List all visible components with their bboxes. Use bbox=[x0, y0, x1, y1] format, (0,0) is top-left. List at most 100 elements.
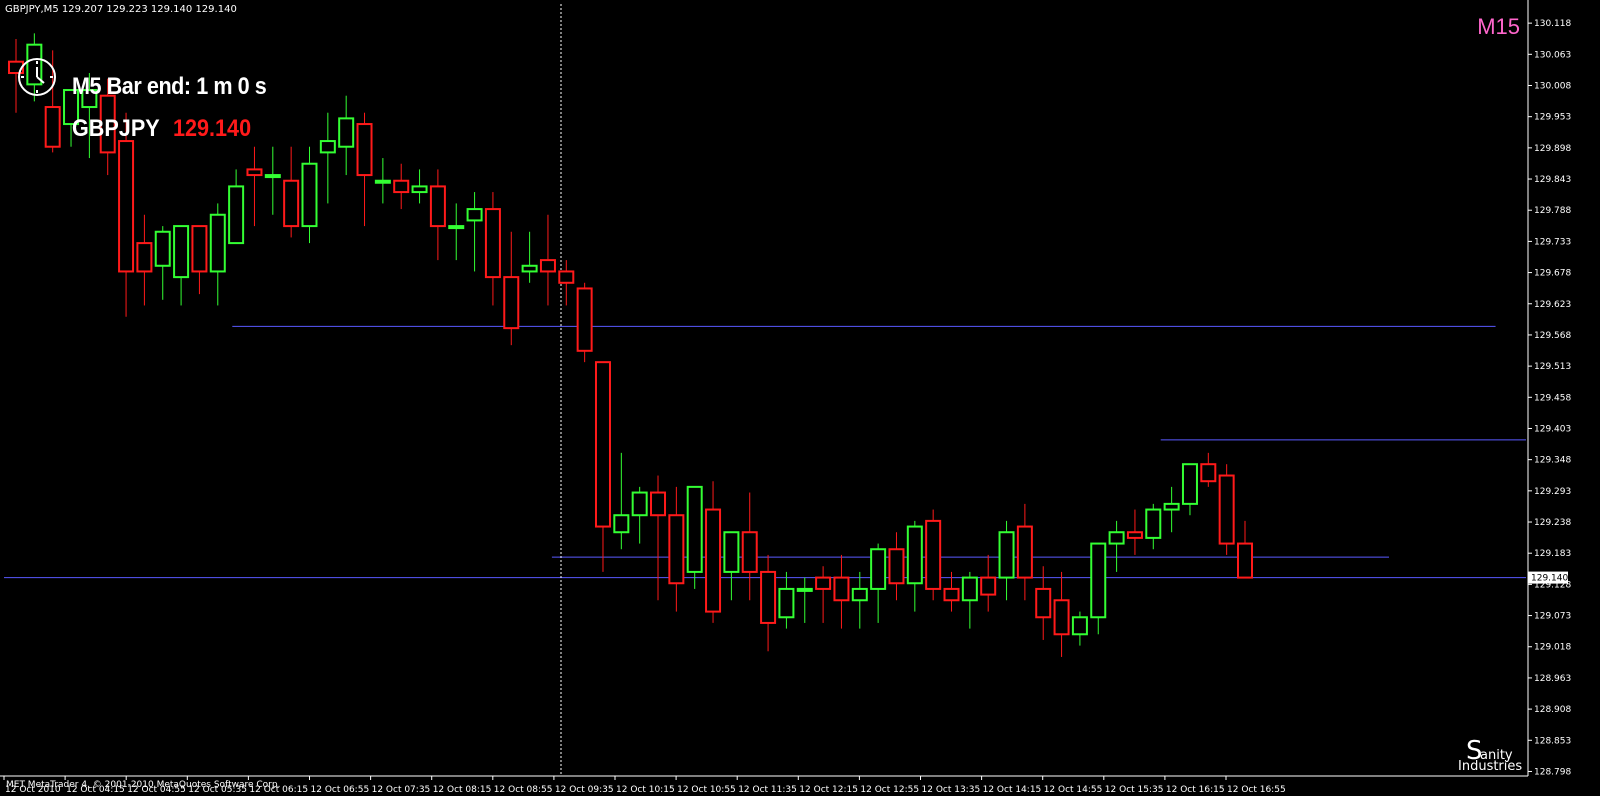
candle-body bbox=[815, 576, 832, 590]
candle-body bbox=[870, 548, 887, 590]
price-tick-label: 129.293 bbox=[1534, 487, 1571, 497]
indicator-price: 129.140 bbox=[173, 115, 252, 142]
candle-body bbox=[925, 519, 942, 590]
candle-body bbox=[1053, 599, 1070, 636]
candle-body bbox=[1126, 531, 1143, 539]
candle-body bbox=[906, 525, 923, 585]
candle-body bbox=[594, 361, 611, 528]
time-tick-label: 12 Oct 12:15 bbox=[799, 785, 858, 795]
time-tick-label: 12 Oct 11:35 bbox=[738, 785, 797, 795]
candle-body bbox=[374, 179, 391, 184]
candle-body bbox=[760, 570, 777, 624]
time-tick-label: 12 Oct 16:15 bbox=[1166, 785, 1225, 795]
price-tick-label: 129.458 bbox=[1534, 393, 1571, 403]
time-tick-label: 12 Oct 10:15 bbox=[616, 785, 675, 795]
time-tick-label: 12 Oct 06:55 bbox=[311, 785, 370, 795]
candle-body bbox=[1090, 542, 1107, 619]
candle-body bbox=[961, 576, 978, 602]
candle-body bbox=[539, 259, 556, 273]
price-tick-label: 129.018 bbox=[1534, 643, 1571, 653]
price-tick-label: 128.798 bbox=[1534, 767, 1571, 777]
candle-body bbox=[393, 179, 410, 194]
time-tick-label: 12 Oct 12:55 bbox=[860, 785, 919, 795]
bar-end-countdown: M5 Bar end: 1 m 0 s bbox=[72, 73, 267, 100]
copyright-label: MET MetaTrader 4, © 2001-2010 MetaQuotes… bbox=[6, 780, 281, 790]
time-tick-label: 12 Oct 08:55 bbox=[494, 785, 553, 795]
candle-body bbox=[833, 576, 850, 602]
candle-body bbox=[741, 531, 758, 573]
candle-body bbox=[448, 225, 465, 230]
candle-body bbox=[118, 140, 135, 273]
time-tick-label: 12 Oct 15:35 bbox=[1105, 785, 1164, 795]
candle-body bbox=[228, 185, 245, 245]
price-tick-label: 129.843 bbox=[1534, 175, 1571, 185]
candle-body bbox=[521, 264, 538, 273]
candle-body bbox=[888, 548, 905, 585]
candle-body bbox=[668, 514, 685, 585]
candle-body bbox=[796, 587, 813, 592]
time-tick-label: 12 Oct 10:55 bbox=[677, 785, 736, 795]
price-tick-label: 129.953 bbox=[1534, 113, 1571, 123]
price-tick-label: 129.238 bbox=[1534, 518, 1571, 528]
candle-body bbox=[301, 162, 318, 228]
candle-body bbox=[851, 587, 868, 602]
candle-body bbox=[173, 225, 190, 279]
price-tick-label: 129.623 bbox=[1534, 300, 1571, 310]
time-tick-label: 12 Oct 14:55 bbox=[1044, 785, 1103, 795]
time-tick-label: 12 Oct 08:15 bbox=[433, 785, 492, 795]
candle-body bbox=[1218, 474, 1235, 545]
candle-body bbox=[503, 276, 520, 330]
time-tick-label: 12 Oct 14:15 bbox=[983, 785, 1042, 795]
candle-body bbox=[484, 208, 501, 279]
candle-body bbox=[466, 208, 483, 222]
timeframe-label: M15 bbox=[1477, 14, 1520, 39]
candle-body bbox=[154, 230, 171, 267]
candle-body bbox=[980, 576, 997, 596]
indicator-symbol: GBPJPY bbox=[72, 115, 160, 142]
candle-body bbox=[429, 185, 446, 228]
time-tick-label: 12 Oct 09:35 bbox=[555, 785, 614, 795]
candle-body bbox=[1035, 587, 1052, 619]
candle-body bbox=[705, 508, 722, 613]
price-tick-label: 129.183 bbox=[1534, 549, 1571, 559]
candle-body bbox=[246, 168, 263, 177]
price-tick-label: 129.568 bbox=[1534, 331, 1571, 341]
candle-body bbox=[943, 587, 960, 602]
candle-body bbox=[283, 179, 300, 228]
candle-body bbox=[1016, 525, 1033, 579]
clock-icon bbox=[18, 58, 56, 96]
price-tick-label: 130.118 bbox=[1534, 19, 1571, 29]
candle-body bbox=[998, 531, 1015, 579]
candle-body bbox=[576, 287, 593, 352]
price-tick-label: 129.678 bbox=[1534, 269, 1571, 279]
candle-body bbox=[1163, 502, 1180, 511]
candle-body bbox=[631, 491, 648, 517]
price-tick-label: 129.788 bbox=[1534, 206, 1571, 216]
candle-body bbox=[1108, 531, 1125, 545]
candle-body bbox=[44, 106, 61, 148]
price-tick-label: 129.403 bbox=[1534, 424, 1571, 434]
candle-body bbox=[650, 491, 667, 517]
candle-body bbox=[264, 174, 281, 179]
candle-body bbox=[1237, 542, 1253, 579]
price-tick-label: 129.898 bbox=[1534, 144, 1571, 154]
candle-body bbox=[356, 123, 373, 177]
candle-body bbox=[319, 140, 336, 154]
price-tick-label: 128.908 bbox=[1534, 705, 1571, 715]
price-tick-label: 130.008 bbox=[1534, 81, 1571, 91]
candle-body bbox=[723, 531, 740, 573]
candle-body bbox=[558, 270, 575, 284]
candle-body bbox=[338, 117, 355, 148]
candle-body bbox=[1071, 616, 1088, 636]
candle-body bbox=[1145, 508, 1162, 539]
price-tick-label: 129.073 bbox=[1534, 612, 1571, 622]
candle-body bbox=[1181, 463, 1198, 505]
price-tick-label: 129.513 bbox=[1534, 362, 1571, 372]
symbol-info-label: GBPJPY,M5 129.207 129.223 129.140 129.14… bbox=[5, 4, 237, 15]
price-tick-label: 129.348 bbox=[1534, 456, 1571, 466]
candle-body bbox=[686, 485, 703, 573]
time-tick-label: 12 Oct 13:35 bbox=[922, 785, 981, 795]
candle-body bbox=[778, 587, 795, 619]
candle-body bbox=[1200, 463, 1217, 483]
price-tick-label: 128.963 bbox=[1534, 674, 1571, 684]
